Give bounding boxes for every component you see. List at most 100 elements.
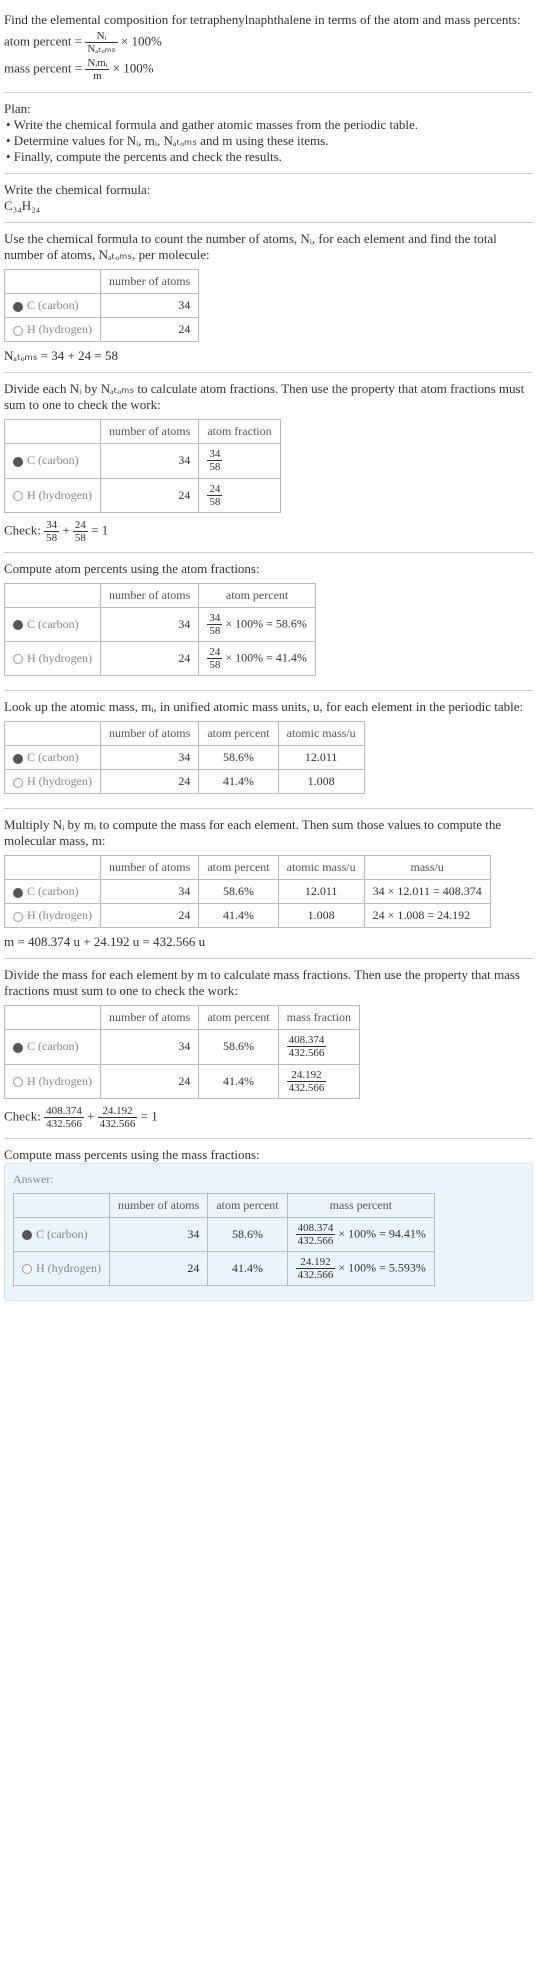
atom-fraction-table: number of atoms atom fraction C (carbon)… <box>4 419 281 512</box>
element-label: C (carbon) <box>27 884 79 898</box>
answer-table: number of atoms atom percent mass percen… <box>13 1193 435 1286</box>
th-atoms: number of atoms <box>109 1193 207 1217</box>
percent-value: 58.6% <box>199 746 278 770</box>
element-label: H (hydrogen) <box>27 488 92 502</box>
frac-den: 58 <box>207 461 222 473</box>
step8-section: Compute mass percents using the mass fra… <box>4 1139 533 1309</box>
atom-count: 24 <box>100 642 198 676</box>
element-label: H (hydrogen) <box>36 1261 101 1275</box>
frac-num: 24 <box>207 646 222 659</box>
step4-text: Compute atom percents using the atom fra… <box>4 561 533 577</box>
percent-value: 58.6% <box>208 1217 287 1251</box>
frac-den: 432.566 <box>296 1269 336 1281</box>
carbon-dot-icon <box>13 620 23 630</box>
table-row: H (hydrogen) 24 <box>5 318 199 342</box>
element-cell: C (carbon) <box>5 607 101 641</box>
table-header-row: number of atoms atom percent mass fracti… <box>5 1006 360 1030</box>
frac-den: 432.566 <box>287 1047 327 1059</box>
mass-calc: 24 × 1.008 = 24.192 <box>364 904 490 928</box>
mass-percent-label: mass percent = <box>4 61 82 76</box>
element-cell: H (hydrogen) <box>5 904 101 928</box>
th-percent: atom percent <box>199 722 278 746</box>
frac-den: 58 <box>207 659 222 671</box>
mass-percent-value: × 100% = 94.41% <box>338 1226 426 1240</box>
atom-count: 34 <box>100 607 198 641</box>
check-frac-2: 24.192432.566 <box>98 1105 138 1130</box>
frac-num: 408.374 <box>296 1222 336 1235</box>
mass-value: 1.008 <box>278 770 364 794</box>
element-label: C (carbon) <box>27 1039 79 1053</box>
frac-num: 24 <box>207 483 222 496</box>
step7-section: Divide the mass for each element by m to… <box>4 959 533 1139</box>
element-cell: C (carbon) <box>5 880 101 904</box>
atom-count: 34 <box>100 294 198 318</box>
element-cell: C (carbon) <box>5 746 101 770</box>
th-atoms: number of atoms <box>100 270 198 294</box>
mass-value: 12.011 <box>278 746 364 770</box>
atom-count: 24 <box>100 478 198 512</box>
element-label: H (hydrogen) <box>27 774 92 788</box>
atom-count: 34 <box>100 880 198 904</box>
th-atoms: number of atoms <box>100 1006 198 1030</box>
carbon-dot-icon <box>13 1043 23 1053</box>
hydrogen-dot-icon <box>13 326 23 336</box>
hydrogen-dot-icon <box>13 1077 23 1087</box>
step1-section: Write the chemical formula: C₃₄H₂₄ <box>4 174 533 223</box>
fraction-cell: 24.192432.566 <box>278 1064 359 1098</box>
step3-text: Divide each Nᵢ by Nₐₜₒₘₛ to calculate at… <box>4 381 533 413</box>
hydrogen-dot-icon <box>13 912 23 922</box>
frac-num: Nᵢmᵢ <box>85 57 109 70</box>
element-cell: H (hydrogen) <box>5 478 101 512</box>
frac-den: 58 <box>207 625 222 637</box>
plus-sign: + <box>62 522 73 537</box>
th-mass-u: mass/u <box>364 856 490 880</box>
carbon-dot-icon <box>13 302 23 312</box>
hydrogen-dot-icon <box>13 491 23 501</box>
element-cell: H (hydrogen) <box>5 642 101 676</box>
table-row: H (hydrogen) 24 41.4% 1.008 24 × 1.008 =… <box>5 904 491 928</box>
check-line: Check: 408.374432.566 + 24.192432.566 = … <box>4 1105 533 1130</box>
check-frac-1: 3458 <box>44 519 59 544</box>
answer-label: Answer: <box>13 1172 524 1187</box>
th-blank <box>5 270 101 294</box>
frac-den: Nₐₜₒₘₛ <box>85 43 117 55</box>
th-atoms: number of atoms <box>100 420 198 444</box>
plan-title: Plan: <box>4 101 533 117</box>
check-result: = 1 <box>141 1108 158 1123</box>
atom-count: 24 <box>100 770 198 794</box>
step6-section: Multiply Nᵢ by mᵢ to compute the mass fo… <box>4 809 533 959</box>
th-percent: atom percent <box>208 1193 287 1217</box>
frac-num: 24.192 <box>98 1105 138 1118</box>
check-label: Check: <box>4 522 41 537</box>
table-header-row: number of atoms atom percent atomic mass… <box>5 722 365 746</box>
table-row: C (carbon) 34 3458 <box>5 444 281 478</box>
intro-section: Find the elemental composition for tetra… <box>4 4 533 93</box>
plan-section: Plan: • Write the chemical formula and g… <box>4 93 533 174</box>
frac-num: 408.374 <box>287 1034 327 1047</box>
mass-percent-formula: mass percent = Nᵢmᵢ m × 100% <box>4 57 533 82</box>
amass-value: 1.008 <box>278 904 364 928</box>
table-row: H (hydrogen) 24 2458 × 100% = 41.4% <box>5 642 316 676</box>
atom-count: 34 <box>100 444 198 478</box>
element-cell: H (hydrogen) <box>5 1064 101 1098</box>
mass-percent-cell: 24.192432.566 × 100% = 5.593% <box>287 1252 434 1286</box>
mass-percent-value: × 100% = 5.593% <box>338 1260 426 1274</box>
element-cell: H (hydrogen) <box>14 1252 110 1286</box>
element-label: H (hydrogen) <box>27 651 92 665</box>
percent-value: 58.6% <box>199 880 278 904</box>
percent-value: 41.4% <box>199 904 278 928</box>
element-cell: C (carbon) <box>5 1030 101 1064</box>
element-cell: H (hydrogen) <box>5 318 101 342</box>
atom-count: 24 <box>109 1252 207 1286</box>
frac-den: 432.566 <box>98 1118 138 1130</box>
element-label: H (hydrogen) <box>27 1074 92 1088</box>
fraction-cell: 408.374432.566 <box>278 1030 359 1064</box>
check-result: = 1 <box>91 522 108 537</box>
percent-value: × 100% = 41.4% <box>225 650 307 664</box>
plan-bullet-1: • Write the chemical formula and gather … <box>6 117 533 133</box>
mass-percent-fraction: Nᵢmᵢ m <box>85 57 109 82</box>
intro-text: Find the elemental composition for tetra… <box>4 12 533 28</box>
percent-value: 41.4% <box>208 1252 287 1286</box>
percent-cell: 3458 × 100% = 58.6% <box>199 607 316 641</box>
hydrogen-dot-icon <box>13 778 23 788</box>
